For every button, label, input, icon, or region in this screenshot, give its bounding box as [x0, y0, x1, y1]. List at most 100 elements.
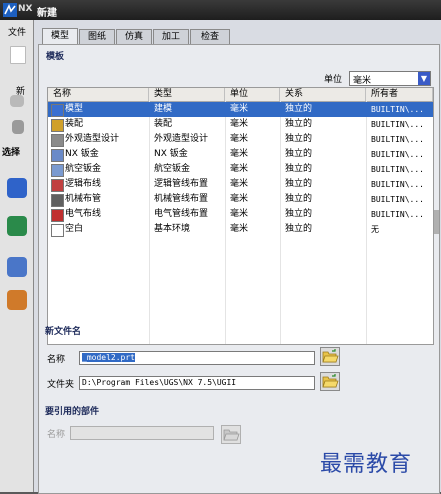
tab-simulation[interactable]: 仿真 [116, 29, 152, 44]
tab-manufacturing[interactable]: 加工 [153, 29, 189, 44]
folder-open-icon [322, 374, 339, 388]
scroll-handle[interactable] [434, 210, 439, 234]
nx-app-icon [3, 3, 17, 17]
name-label: 名称 [47, 355, 66, 365]
watermark: 最需教育 [320, 452, 413, 477]
cell-name: 模型 [65, 104, 84, 114]
history-clock-icon[interactable] [7, 257, 27, 277]
toolbar-tool-icon[interactable] [10, 95, 24, 107]
cell-relation: 独立的 [285, 119, 313, 129]
mechanical-routing-icon [51, 194, 64, 207]
resource-part-icon[interactable] [7, 216, 27, 236]
cell-type: 电气管线布置 [154, 209, 209, 219]
templates-table[interactable]: 名称 类型 单位 关系 所有者 模型 建模 毫米 独立的 BUILTIN\... 装配 装配… [47, 87, 434, 345]
dialog-title: 新建 [37, 8, 57, 19]
cell-relation: 独立的 [285, 209, 313, 219]
table-row[interactable]: 模型 建模 毫米 独立的 BUILTIN\... [48, 102, 433, 117]
unit-label: 单位 [324, 75, 343, 85]
toolbar-hand-icon[interactable] [12, 120, 24, 134]
app-left-strip: 文件 新 选择 [0, 20, 33, 492]
cell-unit: 毫米 [230, 164, 249, 174]
column-header-relation[interactable]: 关系 [280, 88, 366, 101]
cell-unit: 毫米 [230, 209, 249, 219]
table-row[interactable]: 空白 基本环境 毫米 独立的 无 [48, 222, 433, 237]
sheet-metal-icon [51, 149, 64, 162]
new-file-icon[interactable] [10, 46, 26, 64]
open-folder-button[interactable] [320, 347, 340, 366]
column-header-unit[interactable]: 单位 [225, 88, 280, 101]
cell-unit: 毫米 [230, 134, 249, 144]
app-title: NX [18, 4, 33, 14]
referenced-name-label: 名称 [47, 430, 66, 440]
cell-name: 航空钣金 [65, 164, 102, 174]
cell-type: 航空钣金 [154, 164, 191, 174]
tab-model[interactable]: 模型 [42, 28, 78, 44]
table-row[interactable]: 装配 装配 毫米 独立的 BUILTIN\... [48, 117, 433, 132]
cell-unit: 毫米 [230, 104, 249, 114]
folder-open-icon [322, 349, 339, 363]
cell-owner: BUILTIN\... [371, 210, 424, 219]
cell-owner: BUILTIN\... [371, 195, 424, 204]
cell-owner: BUILTIN\... [371, 105, 424, 114]
cell-unit: 毫米 [230, 119, 249, 129]
logic-routing-icon [51, 179, 64, 192]
cell-type: 外观造型设计 [154, 134, 209, 144]
unit-dropdown[interactable]: 毫米 ▼ [349, 71, 431, 86]
cell-relation: 独立的 [285, 194, 313, 204]
unit-value: 毫米 [353, 76, 372, 86]
table-row[interactable]: 电气布线 电气管线布置 毫米 独立的 BUILTIN\... [48, 207, 433, 222]
column-header-name[interactable]: 名称 [48, 88, 149, 101]
cell-name: 装配 [65, 119, 84, 129]
cell-owner: BUILTIN\... [371, 180, 424, 189]
cell-name: 逻辑布线 [65, 179, 102, 189]
cell-unit: 毫米 [230, 224, 249, 234]
shape-design-icon [51, 134, 64, 147]
cell-type: NX 钣金 [154, 149, 188, 159]
tab-inspection[interactable]: 检查 [190, 29, 230, 44]
file-name-value: _model2.prt [82, 353, 135, 362]
cell-type: 装配 [154, 119, 173, 129]
cell-owner: BUILTIN\... [371, 165, 424, 174]
table-row[interactable]: 机械布管 机械管线布置 毫米 独立的 BUILTIN\... [48, 192, 433, 207]
referenced-part-section-title: 要引用的部件 [45, 407, 100, 417]
browse-folder-button[interactable] [320, 372, 340, 391]
menu-file[interactable]: 文件 [8, 25, 26, 38]
cell-name: NX 钣金 [65, 149, 99, 159]
column-header-type[interactable]: 类型 [149, 88, 225, 101]
model-icon [51, 104, 64, 117]
folder-path-input[interactable]: D:\Program Files\UGS\NX 7.5\UGII [79, 376, 315, 390]
cell-relation: 独立的 [285, 149, 313, 159]
cell-type: 机械管线布置 [154, 194, 209, 204]
cell-relation: 独立的 [285, 164, 313, 174]
cell-owner: BUILTIN\... [371, 150, 424, 159]
cell-unit: 毫米 [230, 149, 249, 159]
table-header: 名称 类型 单位 关系 所有者 [48, 88, 433, 102]
folder-label: 文件夹 [47, 380, 75, 390]
cell-owner: BUILTIN\... [371, 120, 424, 129]
cell-name: 空白 [65, 224, 84, 234]
table-row[interactable]: NX 钣金 NX 钣金 毫米 独立的 BUILTIN\... [48, 147, 433, 162]
cell-relation: 独立的 [285, 224, 313, 234]
referenced-browse-button[interactable] [221, 425, 241, 444]
cell-relation: 独立的 [285, 134, 313, 144]
cell-owner: 无 [371, 225, 379, 234]
folder-open-icon [223, 429, 240, 441]
cell-unit: 毫米 [230, 194, 249, 204]
table-row[interactable]: 逻辑布线 逻辑管线布置 毫米 独立的 BUILTIN\... [48, 177, 433, 192]
aero-sheet-metal-icon [51, 164, 64, 177]
referenced-name-input[interactable] [70, 426, 214, 440]
cell-name: 电气布线 [65, 209, 102, 219]
new-file-dialog: 模型 图纸 仿真 加工 检查 模板 单位 毫米 ▼ 名称 类型 单位 关系 所有… [33, 20, 441, 494]
cell-type: 建模 [154, 104, 173, 114]
cell-name: 机械布管 [65, 194, 102, 204]
cell-relation: 独立的 [285, 179, 313, 189]
chevron-down-icon[interactable]: ▼ [418, 72, 430, 85]
tab-drawing[interactable]: 图纸 [79, 29, 115, 44]
table-row[interactable]: 外观造型设计 外观造型设计 毫米 独立的 BUILTIN\... [48, 132, 433, 147]
column-header-owner[interactable]: 所有者 [366, 88, 433, 101]
assembly-icon [51, 119, 64, 132]
resource-info-icon[interactable] [7, 178, 27, 198]
file-name-input[interactable]: _model2.prt [79, 351, 315, 365]
table-row[interactable]: 航空钣金 航空钣金 毫米 独立的 BUILTIN\... [48, 162, 433, 177]
roles-people-icon[interactable] [7, 290, 27, 310]
